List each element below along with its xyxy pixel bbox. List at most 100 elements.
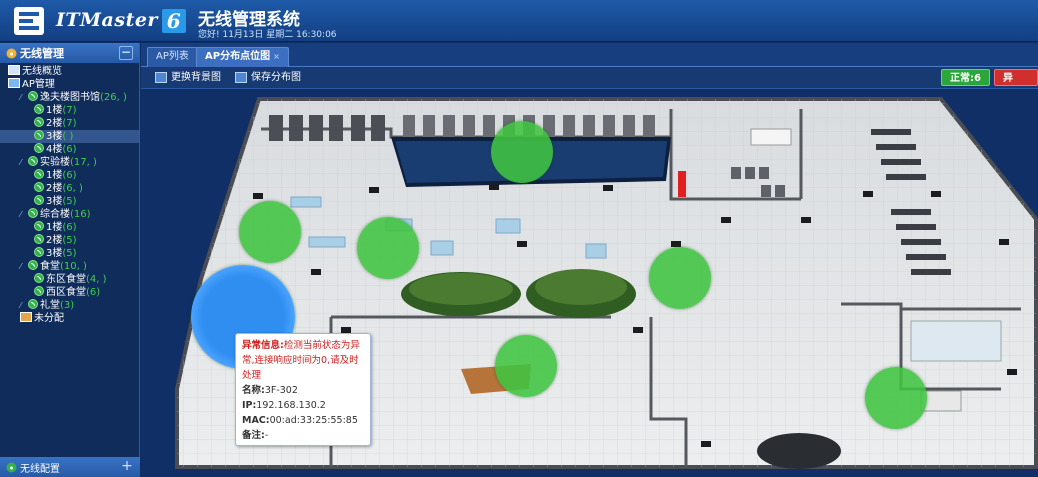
- sidebar: 无线管理 − 无线概览 AP管理 ⁄ 逸夫楼图书馆(26, ) 1楼(7) 2楼(7) 3楼…: [0, 43, 140, 477]
- tree-node-label: 未分配: [34, 313, 64, 324]
- tree-node-count: (6): [62, 170, 77, 181]
- wifi-icon: [34, 130, 44, 140]
- expand-toggle-icon[interactable]: ⁄: [20, 299, 28, 312]
- expand-toggle-icon[interactable]: ⁄: [20, 91, 28, 104]
- tree-node[interactable]: ⁄ 综合楼(16): [0, 208, 139, 221]
- tree-node[interactable]: AP管理: [0, 78, 139, 91]
- wifi-icon: [34, 286, 44, 296]
- tooltip-mac-value: 00:ad:33:25:55:85: [269, 415, 358, 426]
- sidebar-footer-title: 无线配置: [20, 463, 60, 475]
- abnormal-count-badge[interactable]: 异常:1: [994, 69, 1038, 101]
- collapse-button[interactable]: −: [119, 46, 133, 60]
- ap-marker-normal[interactable]: [649, 247, 711, 309]
- wifi-icon: [34, 104, 44, 114]
- wifi-icon: [34, 234, 44, 244]
- tree-node-label: 礼堂: [40, 300, 60, 311]
- tree-node-count: (7): [62, 118, 77, 129]
- tree-node-count: (4, ): [86, 274, 107, 285]
- tree-node[interactable]: 1楼(6): [0, 169, 139, 182]
- tooltip-name-value: 3F-302: [264, 385, 298, 396]
- tree-node-label: 1楼: [46, 170, 63, 181]
- tree-node-count: (5): [62, 235, 77, 246]
- tree-node[interactable]: 3楼(5): [0, 247, 139, 260]
- tree-node-count: (6, ): [62, 183, 83, 194]
- brand-name: ITMaster 6: [56, 9, 186, 33]
- tab-ap-list[interactable]: AP列表: [147, 47, 198, 67]
- tree-node[interactable]: 未分配: [0, 312, 139, 325]
- tree-node-count: (6): [62, 222, 77, 233]
- tree-node[interactable]: 1楼(7): [0, 104, 139, 117]
- change-background-button[interactable]: 更换背景图: [155, 70, 221, 85]
- tooltip-name-label: 名称:: [242, 385, 265, 396]
- tree-node-label: 1楼: [46, 222, 63, 233]
- tooltip-ip-label: IP:: [242, 400, 257, 411]
- folder-icon: [20, 312, 32, 322]
- image-icon: [155, 72, 167, 83]
- tree-node[interactable]: ⁄ 实验楼(17, ): [0, 156, 139, 169]
- tree-node[interactable]: ⁄ 礼堂(3): [0, 299, 139, 312]
- expand-config-button[interactable]: +: [120, 459, 134, 474]
- tree-node[interactable]: 3楼( ): [0, 130, 139, 143]
- ap-marker-normal[interactable]: [495, 335, 557, 397]
- tab-close-icon[interactable]: ×: [273, 52, 280, 61]
- tree-node[interactable]: 3楼(5): [0, 195, 139, 208]
- app-header: ITMaster 6 无线管理系统 您好! 11月13日 星期二 16:30:06: [0, 0, 1038, 42]
- tree-node[interactable]: ⁄ 逸夫楼图书馆(26, ): [0, 91, 139, 104]
- tab-ap-map[interactable]: AP分布点位图 ×: [196, 47, 289, 67]
- tree-node-label: 综合楼: [40, 209, 70, 220]
- wifi-icon: [28, 299, 38, 309]
- app-logo-icon: [14, 7, 44, 35]
- tree-node[interactable]: 2楼(5): [0, 234, 139, 247]
- tab-bar: AP列表 AP分布点位图 ×: [141, 43, 1038, 67]
- tree-node-label: 无线概览: [22, 66, 62, 77]
- tree-node[interactable]: 西区食堂(6): [0, 286, 139, 299]
- greeting-datetime: 您好! 11月13日 星期二 16:30:06: [198, 30, 337, 40]
- tree-node[interactable]: 无线概览: [0, 65, 139, 78]
- tree-node-label: 2楼: [46, 183, 63, 194]
- ap-marker-normal[interactable]: [239, 201, 301, 263]
- wifi-icon: [34, 273, 44, 283]
- config-wifi-icon: [6, 462, 17, 472]
- tree-node-count: (17, ): [70, 157, 97, 168]
- tree-node-label: 食堂: [40, 261, 60, 272]
- tree-node[interactable]: ⁄ 食堂(10, ): [0, 260, 139, 273]
- tree-node-count: (6): [62, 144, 77, 155]
- wifi-icon: [34, 117, 44, 127]
- tree-node-label: AP管理: [22, 79, 55, 90]
- tree-node[interactable]: 1楼(6): [0, 221, 139, 234]
- tree-node[interactable]: 2楼(7): [0, 117, 139, 130]
- ap-marker-normal[interactable]: [491, 121, 553, 183]
- expand-toggle-icon[interactable]: ⁄: [20, 156, 28, 169]
- tree-node-count: (3): [60, 300, 75, 311]
- tree-node[interactable]: 2楼(6, ): [0, 182, 139, 195]
- expand-toggle-icon[interactable]: ⁄: [20, 208, 28, 221]
- wifi-icon: [34, 182, 44, 192]
- wireless-icon: [6, 48, 17, 58]
- wifi-icon: [28, 208, 38, 218]
- ap-marker-normal[interactable]: [357, 217, 419, 279]
- map-toolbar: 更换背景图 保存分布图 正常:6 异常:1: [141, 67, 1038, 101]
- tooltip-ip-value: 192.168.130.2: [256, 400, 326, 411]
- save-layout-button[interactable]: 保存分布图: [235, 70, 301, 85]
- tree-node-label: 3楼: [46, 248, 63, 259]
- save-icon: [235, 72, 247, 83]
- tree-node[interactable]: 4楼(6): [0, 143, 139, 156]
- tree-node-label: 2楼: [46, 235, 63, 246]
- floor-map[interactable]: 异常信息:检测当前状态为异常,连接响应时间为0,请及时处理 名称:3F-302 …: [141, 89, 1038, 477]
- tooltip-note-value: -: [264, 430, 269, 441]
- tree-node-count: (10, ): [60, 261, 87, 272]
- normal-count-badge[interactable]: 正常:6: [941, 69, 990, 86]
- tree-node-label: 2楼: [46, 118, 63, 129]
- tree-node-label: 1楼: [46, 105, 63, 116]
- monitor-icon: [8, 65, 20, 75]
- expand-toggle-icon[interactable]: ⁄: [20, 260, 28, 273]
- wifi-icon: [28, 260, 38, 270]
- sidebar-footer[interactable]: 无线配置 +: [0, 457, 140, 477]
- ap-marker-normal[interactable]: [865, 367, 927, 429]
- tree-node[interactable]: 东区食堂(4, ): [0, 273, 139, 286]
- sidebar-header[interactable]: 无线管理 −: [0, 43, 139, 63]
- ap-tree: 无线概览 AP管理 ⁄ 逸夫楼图书馆(26, ) 1楼(7) 2楼(7) 3楼( ) 4楼(6…: [0, 63, 139, 325]
- tree-node-label: 西区食堂: [46, 287, 86, 298]
- tree-node-label: 3楼: [46, 196, 63, 207]
- tree-node-count: (5): [62, 196, 77, 207]
